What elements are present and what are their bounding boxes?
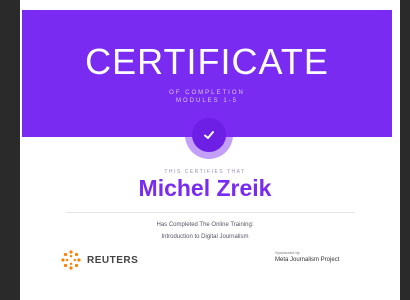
certificate-modules: MODULES 1-5 <box>175 98 238 104</box>
course-name: Introduction to Digital Journalism <box>161 234 249 240</box>
reuters-dots-icon <box>61 250 81 270</box>
sponsor-block: Sponsored by Meta Journalism Project <box>275 250 375 264</box>
divider <box>66 212 354 213</box>
recipient-name: Michel Zreik <box>138 175 272 201</box>
certificate-subtitle: OF COMPLETION <box>169 90 245 96</box>
sponsor-name: Meta Journalism Project <box>275 257 340 263</box>
check-icon <box>204 131 214 139</box>
completion-statement: Has Completed The Online Training: <box>156 222 254 228</box>
reuters-logo: REUTERS <box>60 248 138 272</box>
completion-badge <box>192 118 226 152</box>
certificate-title: CERTIFICATE <box>85 41 329 82</box>
sponsored-by-label: Sponsored by <box>275 250 300 255</box>
reuters-wordmark: REUTERS <box>87 254 139 266</box>
